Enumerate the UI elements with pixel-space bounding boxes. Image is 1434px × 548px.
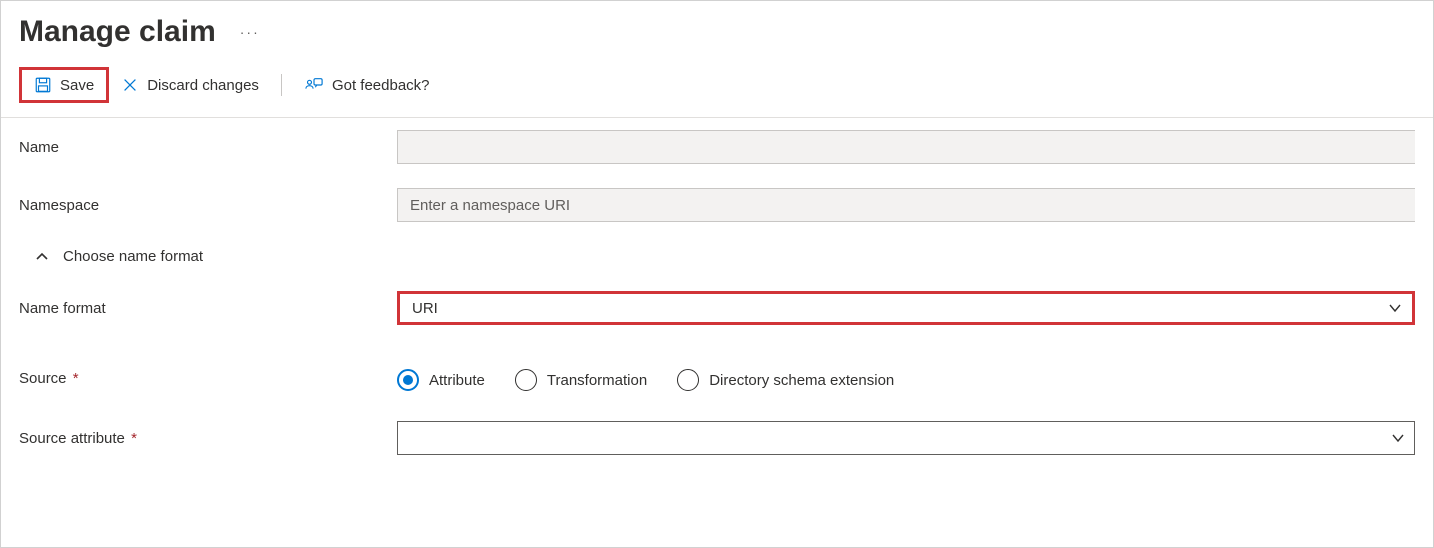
required-asterisk: * [73,370,79,387]
choose-name-format-toggle[interactable]: Choose name format [1,234,1433,279]
name-format-label: Name format [19,300,397,317]
save-button[interactable]: Save [19,67,109,103]
source-radio-group: Attribute Transformation Directory schem… [397,365,1415,391]
feedback-button[interactable]: Got feedback? [292,70,442,100]
radio-label: Transformation [547,372,647,389]
toolbar-divider [281,74,282,96]
save-label: Save [60,77,94,94]
required-asterisk: * [131,430,137,447]
source-radio-directory-ext[interactable]: Directory schema extension [677,369,894,391]
source-radio-attribute[interactable]: Attribute [397,369,485,391]
save-icon [34,76,52,94]
feedback-label: Got feedback? [332,77,430,94]
discard-label: Discard changes [147,77,259,94]
source-radio-transformation[interactable]: Transformation [515,369,647,391]
radio-icon [677,369,699,391]
source-attribute-label: Source attribute [19,430,125,447]
namespace-label: Namespace [19,197,397,214]
page-title: Manage claim [19,15,216,49]
close-icon [121,76,139,94]
more-icon[interactable]: ··· [240,24,260,40]
toolbar: Save Discard changes Got feedb [1,53,1433,118]
name-format-select[interactable]: URI [397,291,1415,325]
radio-label: Directory schema extension [709,372,894,389]
namespace-input[interactable] [397,188,1415,222]
choose-name-format-label: Choose name format [63,248,203,265]
radio-label: Attribute [429,372,485,389]
source-label: Source [19,370,67,387]
chevron-up-icon [35,250,49,264]
name-label: Name [19,139,397,156]
name-input[interactable] [397,130,1415,164]
radio-icon [515,369,537,391]
radio-icon [397,369,419,391]
name-format-value: URI [412,300,438,317]
feedback-icon [304,76,324,94]
discard-button[interactable]: Discard changes [109,70,271,100]
source-attribute-select[interactable] [397,421,1415,455]
